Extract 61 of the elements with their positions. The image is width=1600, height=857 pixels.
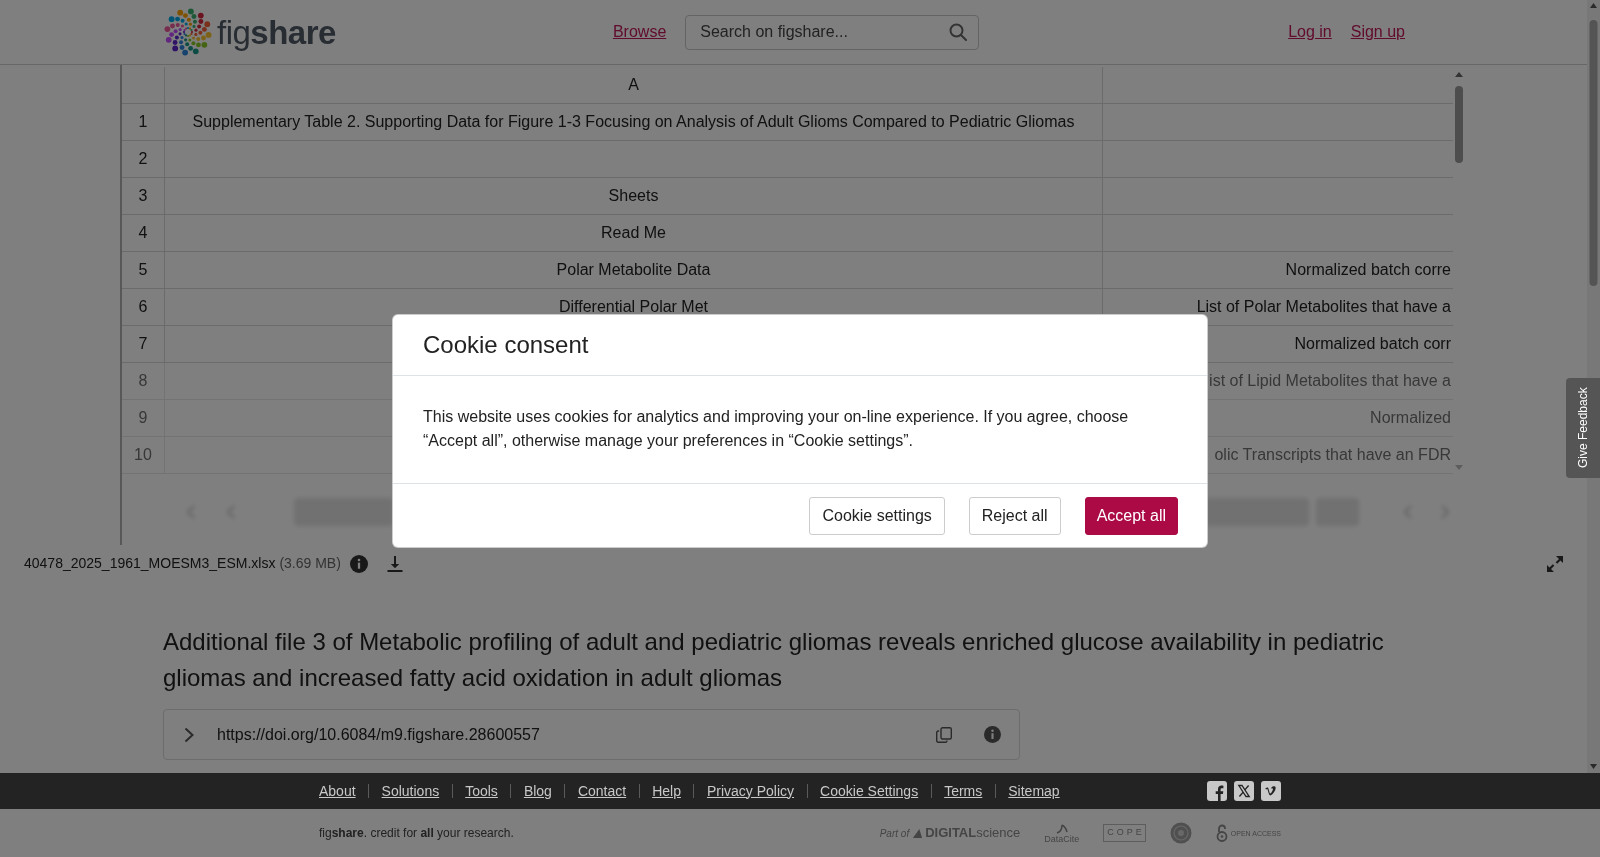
cell-text: Normalized batch corre <box>1285 260 1451 280</box>
row-number: 6 <box>138 297 148 317</box>
dialog-title: Cookie consent <box>423 330 589 360</box>
cell-text: Sheets <box>608 186 659 206</box>
accept-button[interactable]: Accept all <box>1084 497 1178 535</box>
logo-text: DataCite <box>1044 834 1080 844</box>
footer-link[interactable]: About <box>319 780 356 802</box>
facebook-icon[interactable] <box>1207 781 1227 801</box>
search-field[interactable]: Search on figshare... <box>685 14 980 50</box>
row-number: 9 <box>138 408 148 428</box>
footer-link[interactable]: Tools <box>465 780 498 802</box>
cell-text: List of Polar Metabolites that have a <box>1196 297 1451 317</box>
open-padlock-icon <box>1215 824 1228 842</box>
footer-link[interactable]: Blog <box>523 780 552 802</box>
round-seal-icon <box>1169 822 1192 844</box>
footer-link[interactable]: Help <box>652 780 681 802</box>
info-icon[interactable] <box>984 726 1001 743</box>
row-number: 2 <box>138 149 148 169</box>
footer-link[interactable]: Cookie Settings <box>820 780 919 802</box>
row-number: 5 <box>138 260 148 280</box>
file-name: 40478_2025_1961_MOESM3_ESM.xlsx <box>24 554 276 573</box>
cell-text: Polar Metabolite Data <box>556 260 711 280</box>
cookie-message: This website uses cookies for analytics and improving your on-line experience. If you agree, choose “Accept all”, otherwise manage your preferences in “Cookie settings”. <box>423 407 1130 451</box>
cell-text: Normalized <box>1370 408 1451 428</box>
dialog-button[interactable]: Reject all <box>968 497 1061 535</box>
row-number: 1 <box>138 112 148 132</box>
expand-icon[interactable] <box>1547 555 1563 572</box>
doi-text: https://doi.org/10.6084/m9.figshare.28600557 <box>217 724 540 745</box>
file-size: (3.69 MB) <box>279 554 341 573</box>
download-icon[interactable] <box>386 555 403 572</box>
cell-text: Normalized batch corr <box>1294 334 1451 354</box>
x-logo-icon[interactable] <box>1234 781 1254 801</box>
footer-tagline: figshare. credit for all your research. <box>319 825 514 842</box>
feedback-tab[interactable]: Give Feedback <box>1566 378 1600 478</box>
dialog-button[interactable]: Cookie settings <box>809 497 945 535</box>
cell-text: Supplementary Table 2. Supporting Data for Figure 1-3 Focusing on Analysis of Adult Glioms Compared to Pediatric Gliomas <box>192 112 1075 132</box>
footer-link[interactable]: Sitemap <box>1008 780 1060 802</box>
copy-icon[interactable] <box>936 726 952 743</box>
column-header: A <box>628 75 639 95</box>
chevron-right-icon[interactable] <box>184 726 194 743</box>
row-number: 3 <box>138 186 148 206</box>
cell-text: olic Transcripts that have an FDR <box>1214 445 1451 465</box>
row-number: 10 <box>134 445 152 465</box>
curve-logo-icon <box>1054 822 1069 835</box>
cell-text: ist of Lipid Metabolites that have a <box>1209 371 1451 391</box>
cell-text: Differential Polar Met <box>558 297 709 317</box>
footer-link[interactable]: Solutions <box>381 780 440 802</box>
footer-link[interactable]: Privacy Policy <box>706 780 795 802</box>
row-number: 8 <box>138 371 148 391</box>
search-icon[interactable] <box>949 22 968 41</box>
item-title: Additional file 3 of Metabolic profiling of adult and pediatric gliomas reveals enriched glucose availability in pediatric gliomas and increased fatty acid oxidation in adult gliomas <box>163 627 1385 693</box>
footer-link[interactable]: Contact <box>577 780 627 802</box>
row-number: 4 <box>138 223 148 243</box>
row-number: 7 <box>138 334 148 354</box>
cell-text: Read Me <box>601 223 666 243</box>
triangle-logo-icon <box>912 827 924 839</box>
vimeo-icon[interactable] <box>1261 781 1281 801</box>
info-icon[interactable] <box>349 554 368 573</box>
dot-spiral-logo-icon[interactable] <box>163 7 213 57</box>
footer-link[interactable]: Terms <box>944 780 983 802</box>
logo-text: DIGITALscience <box>925 824 1021 843</box>
